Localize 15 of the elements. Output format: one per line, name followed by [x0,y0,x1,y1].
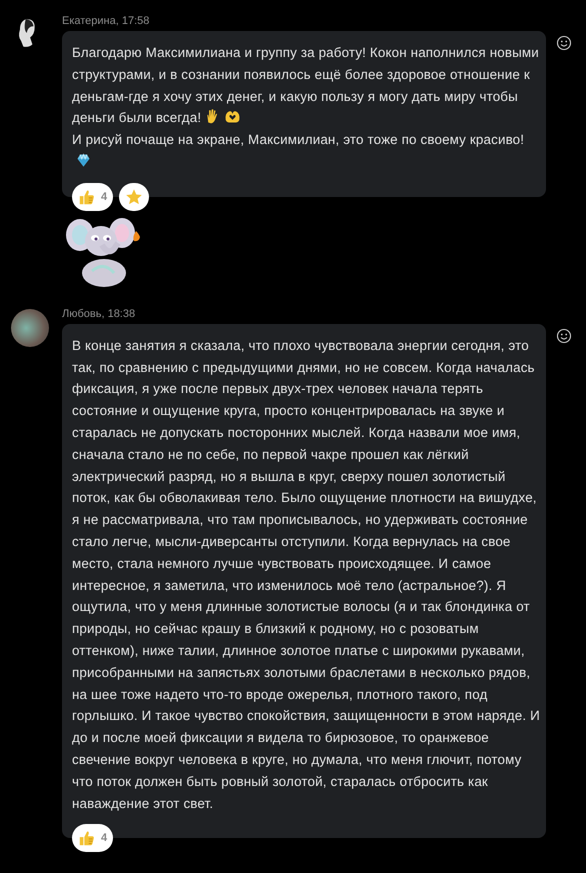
author-time: Екатерина, 17:58 [62,14,150,29]
emoji-reaction-icon[interactable] [556,328,572,344]
author-time: Любовь, 18:38 [62,306,136,322]
emoji-reaction-icon[interactable] [556,35,572,51]
reaction-button[interactable]: 4 [72,824,114,852]
message-text: Благодарю Максимилиана и группу за работу! Кокон наполнился новыми структурами, и в сознании появилось ещё более здоровое отношение к деньгам-где я хочу этих денег, и какую пользу я могу дать миру чтобы деньги были всегда! [72,45,539,126]
message-text: И рисуй почаще на экране, Максимилиан, это тоже по своему красиво! [72,132,524,169]
reaction-button[interactable]: 4 [72,182,114,211]
message-text: В конце занятия я сказала, что плохо чувствовала энергии сегодня, это так, по сравнению с предыдущими днями, но не совсем. Когда началась фиксация, я уже после первых двух-трех человек начала терять состояние и ощущение круга, просто концентрировалась на звуке и старалась не допускать посторонних мыслей. Когда назвали мое имя, сначала стало не по себе, по первой чакре прошел как лёгкий электрический разряд, но я вышла в круг, сверху пошел золотистый поток, как бы обволакивая тело. Было ощущение плотности на вишудхе, я не рассматривала, что там прописывалось, но удерживать состояние стало легче, мысли-диверсанты отступили. Когда вернулась на свое место, стала немного лучше чувствовать происходящее. И самое интересное, я заметила, что изменилось моё тело (астральное?). Я ощутила, что у меня длинные золотистые волосы (я и так блондинка от природы, но сейчас крашу в близкий к родному, но с розоватым оттенком), ниже талии, длинное золотое платье с широкими рукавами, присобранными на запястьях золотыми браслетами в несколько рядов, на шее тоже надето что-то вроде ожерелья, плотного такого, под горлышко. И такое чувство спокойствия, защищенности в этом наряде. И до и после моей фиксации я видела то бирюзовое, то оранжевое свечение вокруг человека в круге, но думала, что меня глючит, потому что поток должен быть ровный золотой, старалась отбросить как наваждение этот свет. [72,338,540,811]
thumbs-up-icon [78,188,96,206]
avatar-photo[interactable] [11,308,49,347]
thumbs-up-icon [78,829,96,848]
star-icon [125,188,144,206]
reaction-button[interactable] [119,182,150,211]
gem-icon [75,152,92,169]
